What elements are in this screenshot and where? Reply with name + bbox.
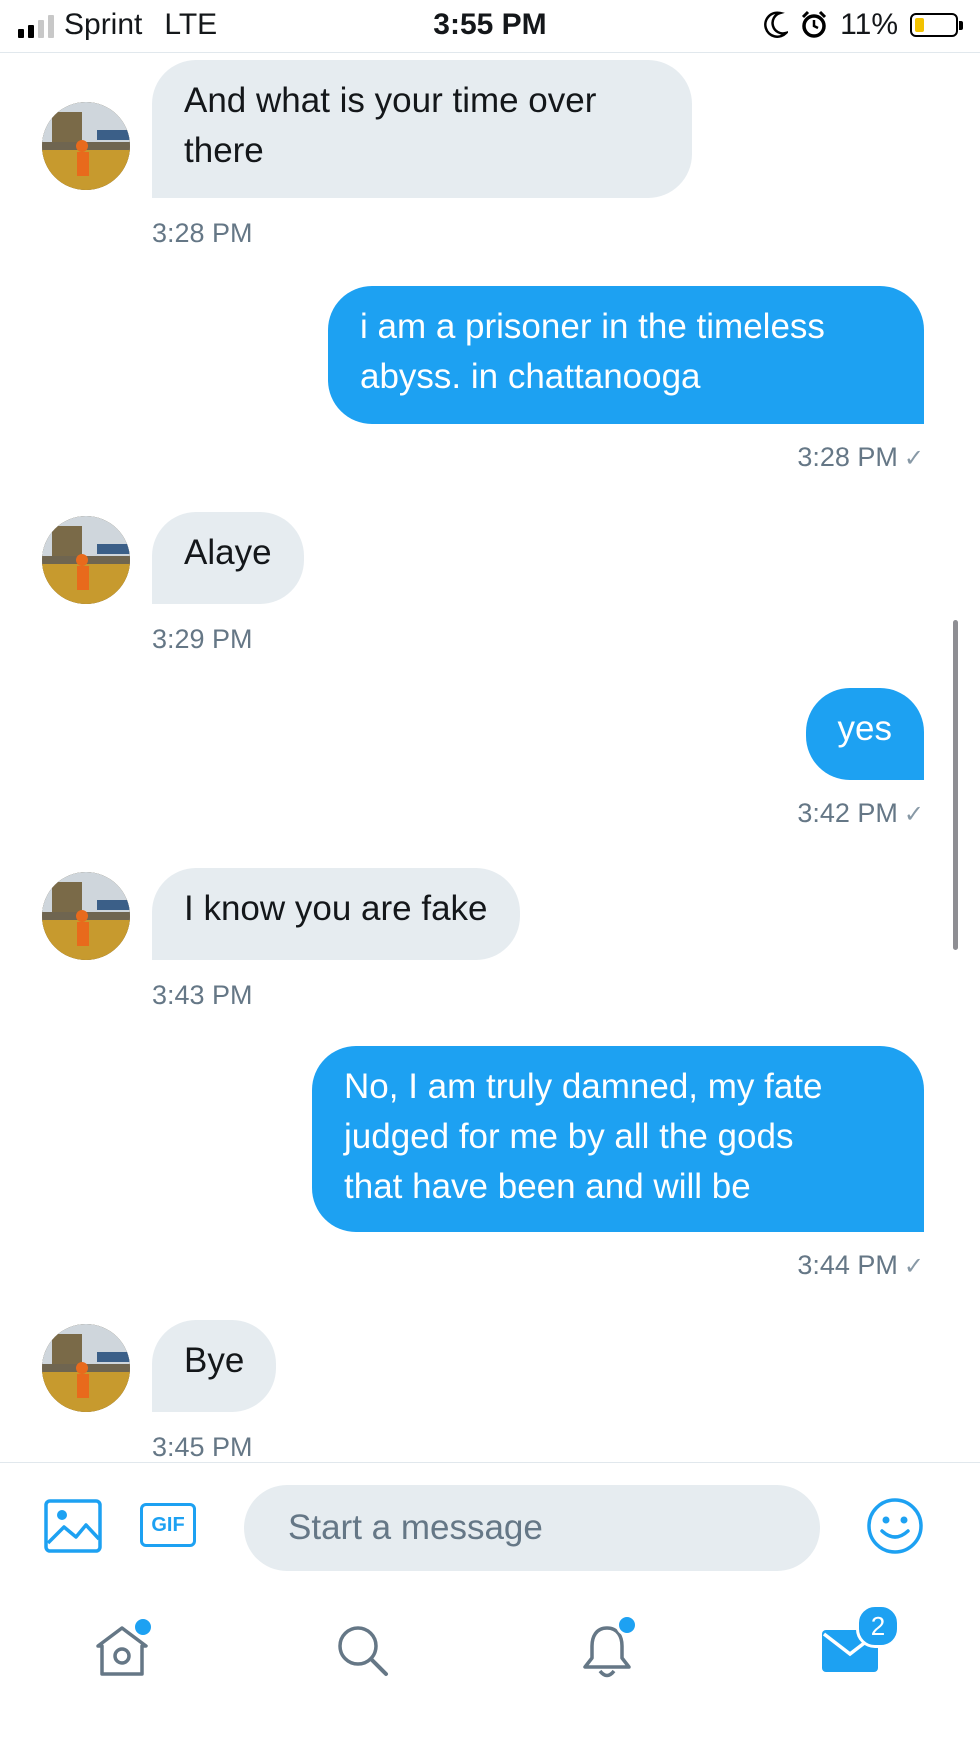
message-timestamp: 3:29 PM (152, 624, 253, 654)
message-timestamp: 3:28 PM (797, 442, 898, 472)
message-text-line: i am a prisoner in the timeless (360, 307, 825, 346)
battery-fill (915, 18, 924, 32)
avatar[interactable] (42, 516, 130, 604)
message-timestamp: 3:28 PM (152, 218, 253, 248)
alarm-icon (802, 10, 827, 38)
message-text: Alaye (184, 533, 272, 572)
message-text-line: abyss. in chattanooga (360, 357, 701, 396)
unread-badge: 2 (856, 1604, 900, 1648)
status-bar: Sprint LTE 3:55 PM 11% (0, 0, 980, 53)
avatar-photo-icon (42, 516, 130, 604)
message-composer: GIF Start a message (0, 1462, 980, 1583)
notification-dot (132, 1616, 154, 1638)
avatar-photo-icon (42, 102, 130, 190)
avatar[interactable] (42, 1324, 130, 1412)
message-timestamp: 3:42 PM (797, 798, 898, 828)
tab-notifications[interactable] (580, 1614, 638, 1685)
read-check-icon: ✓ (903, 445, 924, 472)
message-bubble[interactable]: yes (805, 688, 924, 780)
moon-icon (764, 11, 789, 38)
notification-dot (616, 1614, 638, 1636)
message-text: I know you are fake (184, 889, 488, 928)
battery-icon (910, 13, 963, 37)
message-status: 3:28 PM ✓ (797, 442, 924, 473)
message-text: yes (837, 709, 892, 748)
message-bubble[interactable]: And what is your time over there (152, 60, 692, 198)
tab-bar: 2 (0, 1582, 980, 1742)
message-input[interactable]: Start a message (244, 1485, 820, 1571)
tab-home[interactable] (92, 1616, 154, 1683)
conversation[interactable]: And what is your time over there 3:28 PM… (0, 52, 980, 1462)
gif-button[interactable]: GIF (140, 1503, 196, 1547)
search-icon (338, 1626, 388, 1676)
avatar-photo-icon (42, 872, 130, 960)
message-bubble[interactable]: Alaye (152, 512, 304, 604)
read-check-icon: ✓ (903, 1253, 924, 1280)
battery-percent: 11% (840, 8, 898, 41)
message-bubble[interactable]: I know you are fake (152, 868, 520, 960)
avatar[interactable] (42, 872, 130, 960)
message-text-line: And what is your time over (184, 81, 597, 120)
message-status: 3:42 PM ✓ (797, 798, 924, 829)
message-timestamp: 3:44 PM (797, 1250, 898, 1280)
message-text: Bye (184, 1341, 245, 1380)
image-icon[interactable] (44, 1499, 102, 1553)
tab-search[interactable] (334, 1622, 390, 1683)
avatar-photo-icon (42, 1324, 130, 1412)
message-timestamp: 3:43 PM (152, 980, 253, 1010)
emoji-icon[interactable] (866, 1497, 924, 1555)
message-text-line: judged for me by all the gods (344, 1117, 794, 1156)
scrollbar[interactable] (953, 620, 958, 950)
message-text-line: No, I am truly damned, my fate (344, 1067, 823, 1106)
message-timestamp: 3:45 PM (152, 1432, 253, 1462)
message-bubble[interactable]: Bye (152, 1320, 277, 1412)
message-bubble[interactable]: i am a prisoner in the timeless abyss. i… (328, 286, 924, 424)
message-status: 3:44 PM ✓ (797, 1250, 924, 1281)
message-bubble[interactable]: No, I am truly damned, my fate judged fo… (312, 1046, 924, 1232)
message-text-line: that have been and will be (344, 1167, 751, 1206)
message-text-line: there (184, 131, 264, 170)
status-bar-right: 11% (762, 8, 963, 42)
avatar[interactable] (42, 102, 130, 190)
tab-messages[interactable]: 2 (820, 1604, 900, 1679)
read-check-icon: ✓ (903, 801, 924, 828)
